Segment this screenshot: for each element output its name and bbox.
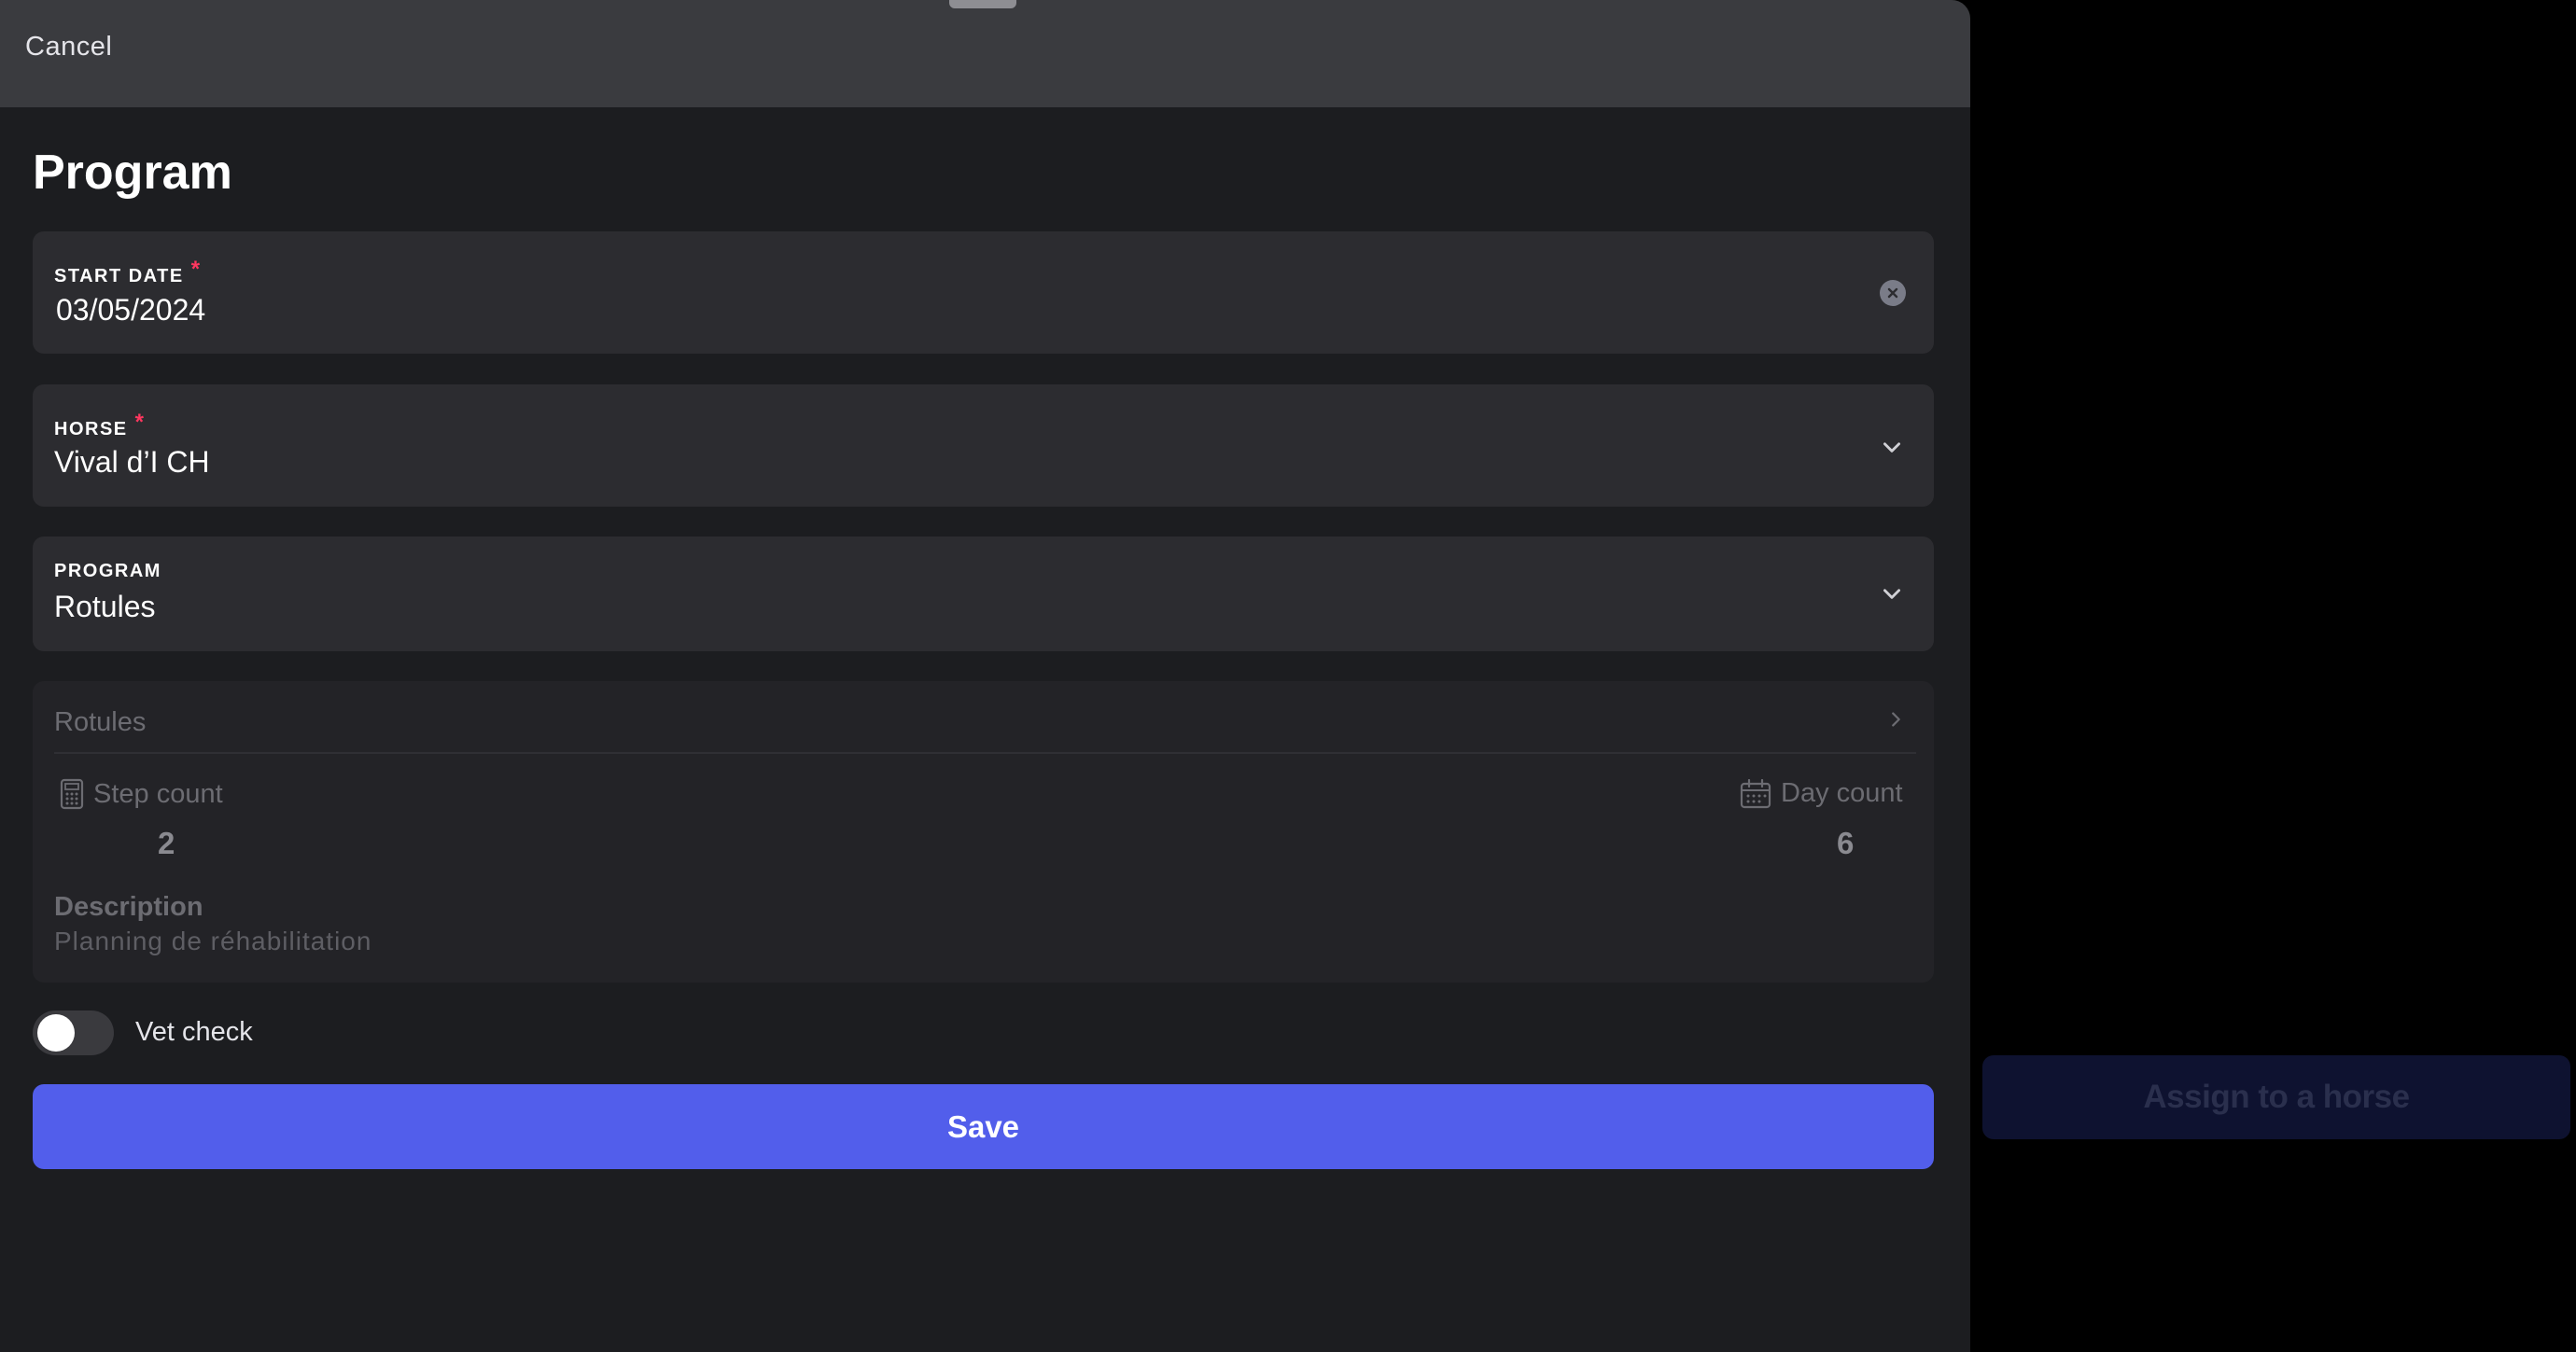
vet-check-label: Vet check: [135, 1017, 253, 1047]
required-asterisk: *: [190, 257, 202, 282]
day-count-label: Day count: [1740, 778, 1903, 809]
chevron-down-icon: [1883, 442, 1900, 453]
save-button[interactable]: Save: [33, 1084, 1934, 1169]
program-sheet: Cancel Program START DATE * 03/05/2024 HO…: [0, 0, 1970, 1352]
calculator-icon: [60, 778, 84, 810]
calendar-icon: [1740, 778, 1771, 808]
assign-to-horse-button: Assign to a horse: [1982, 1055, 2570, 1139]
step-count-value: 2: [158, 826, 175, 860]
sheet-grabber[interactable]: [949, 0, 1016, 8]
clear-circle-icon[interactable]: [1880, 280, 1906, 306]
chevron-down-icon: [1883, 589, 1900, 599]
start-date-label: START DATE *: [54, 257, 202, 286]
horse-select[interactable]: HORSE * Vival d’I CH: [33, 384, 1934, 507]
required-asterisk: *: [134, 410, 146, 435]
program-info-name[interactable]: Rotules: [54, 707, 146, 738]
chevron-right-icon[interactable]: [1885, 709, 1906, 730]
description-label: Description: [54, 892, 203, 922]
start-date-value: 03/05/2024: [56, 293, 206, 327]
horse-label: HORSE *: [54, 410, 146, 439]
program-select[interactable]: PROGRAM Rotules: [33, 537, 1934, 651]
vet-check-toggle[interactable]: [33, 1011, 114, 1055]
program-info-card: Rotules Step count 2 Day count 6 Descrip…: [33, 681, 1934, 983]
page-title: Program: [33, 146, 232, 200]
program-label: PROGRAM: [54, 561, 161, 581]
start-date-field[interactable]: START DATE * 03/05/2024: [33, 231, 1934, 354]
sheet-header: Cancel: [0, 0, 1970, 107]
toggle-knob: [37, 1014, 75, 1052]
description-value: Planning de réhabilitation: [54, 927, 372, 955]
step-count-label: Step count: [60, 778, 223, 810]
cancel-button[interactable]: Cancel: [25, 32, 112, 63]
day-count-value: 6: [1837, 826, 1855, 860]
horse-value: Vival d’I CH: [54, 445, 210, 479]
divider: [54, 752, 1916, 754]
program-value: Rotules: [54, 590, 156, 623]
